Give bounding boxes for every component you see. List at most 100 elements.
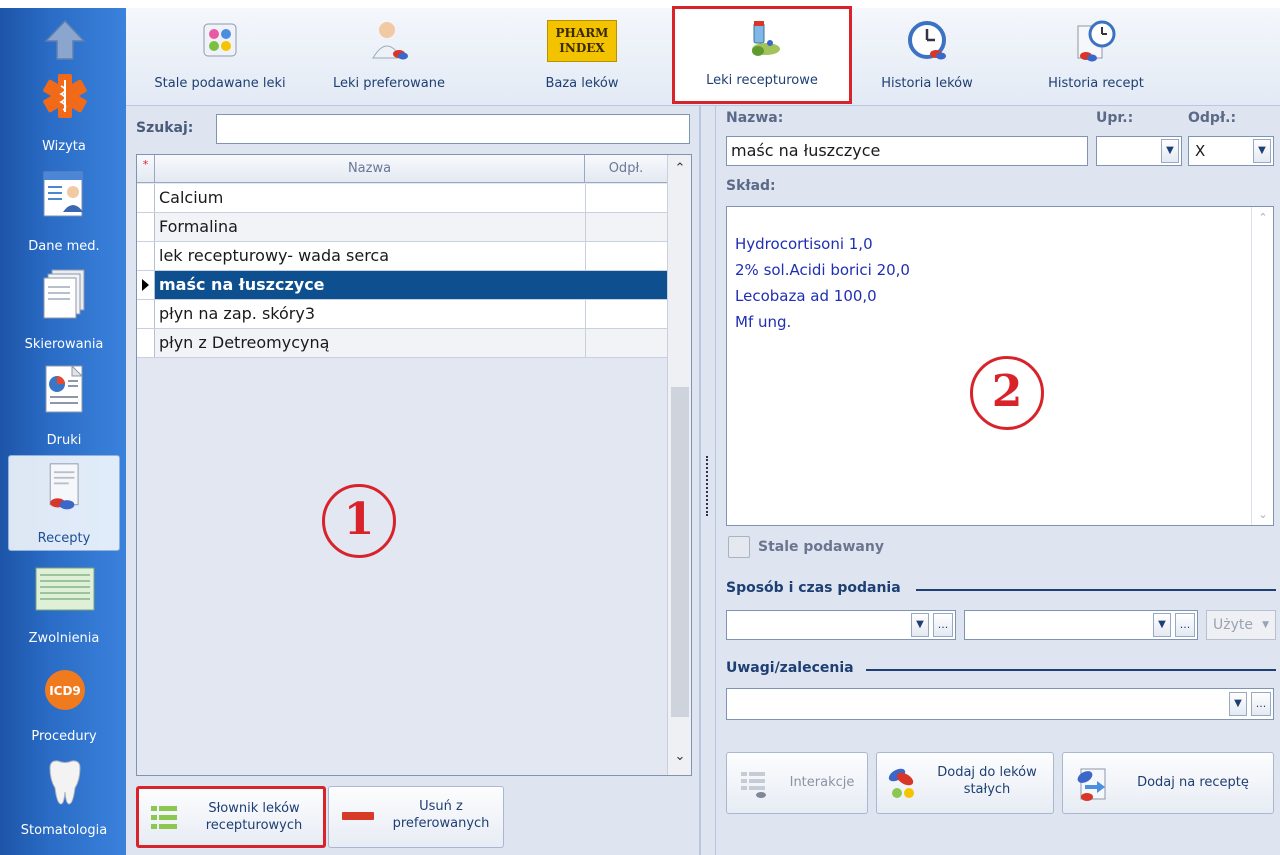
dodaj-do-lekow-stalych-button[interactable]: Dodaj do leków stałych [876,752,1054,814]
sposob-select-2[interactable]: ▼ ... [964,610,1198,640]
row-odpl [585,213,667,241]
row-selector[interactable] [137,213,155,241]
odpl-value: X [1195,142,1206,160]
row-name: maśc na łuszczyce [159,275,325,294]
chevron-down-icon[interactable]: ▼ [1153,613,1171,637]
add-pills-icon [888,768,914,798]
scroll-up-icon[interactable]: ⌃ [1252,211,1274,224]
nav-label: Zwolnienia [28,631,100,646]
row-odpl [585,271,667,299]
table-row[interactable]: płyn z Detreomycyną [137,329,667,358]
uwagi-select[interactable]: ▼ ... [726,688,1274,720]
pharm-logo-line2: INDEX [559,41,605,55]
nav-item-wizyta[interactable]: Wizyta [8,64,120,156]
toolbar-label: Leki recepturowe [706,73,818,88]
toolbar-baza-lekow[interactable]: PHARM INDEX Baza leków [522,12,642,98]
row-selector[interactable] [137,271,155,299]
pharm-logo-line1: PHARM [555,26,609,40]
nav-item-stomatologia[interactable]: Stomatologia [8,750,120,846]
toolbar-historia-lekow[interactable]: Historia leków [868,12,986,98]
add-to-prescription-icon [1077,768,1106,801]
sklad-line: Hydrocortisoni 1,0 [735,235,873,253]
ellipsis-icon[interactable]: ... [1251,692,1271,716]
toolbar-leki-preferowane[interactable]: Leki preferowane [316,12,462,98]
stale-podawany-checkbox[interactable] [728,536,750,558]
toolbar-historia-recept[interactable]: Historia recept [1026,12,1166,98]
textarea-scrollbar[interactable]: ⌃ ⌄ [1251,207,1273,525]
toolbar-label: Stale podawane leki [154,76,286,91]
annotation-marker-1: 1 [322,484,396,558]
dodaj-na-recepte-button[interactable]: Dodaj na receptę [1062,752,1274,814]
nav-item-procedury[interactable]: ICD9 Procedury [8,654,120,746]
minus-remove-icon [342,812,374,820]
documents-icon [43,269,85,319]
tooth-icon [49,760,81,805]
nav-item-dane-med[interactable]: Dane med. [8,164,120,260]
nav-item-zwolnienia[interactable]: Zwolnienia [8,556,120,648]
ellipsis-icon[interactable]: ... [1175,613,1195,637]
chevron-down-icon: ▼ [1262,620,1269,630]
usun-z-preferowanych-button[interactable]: Usuń z preferowanych [328,786,504,848]
scroll-down-icon[interactable]: ⌄ [668,749,691,769]
upr-select[interactable]: ▼ [1096,136,1182,166]
interakcje-button[interactable]: Interakcje [726,752,868,814]
panel-splitter[interactable] [700,106,716,855]
nav-label: Procedury [31,729,97,744]
ellipsis-icon[interactable]: ... [933,613,953,637]
nav-item-recepty[interactable]: Recepty [8,455,120,551]
scroll-up-icon[interactable]: ⌃ [668,161,691,181]
grid-header: * Nazwa Odpł. [137,155,667,183]
row-name: Formalina [159,217,238,236]
current-row-arrow-icon [142,279,149,291]
table-row[interactable]: Calcium [137,184,667,213]
dodaj-stale-line1: Dodaj do leków [937,765,1037,780]
row-name: lek recepturowy- wada serca [159,246,390,265]
chevron-down-icon[interactable]: ▼ [1229,692,1247,716]
table-row-selected[interactable]: maśc na łuszczyce [137,271,667,300]
row-selector[interactable] [137,184,155,212]
medical-star-icon [43,74,87,118]
nav-item-skierowania[interactable]: Skierowania [8,262,120,354]
list-dictionary-icon [151,806,177,829]
left-navigation: Wizyta Dane med. Skierowania Druki Recep… [0,0,126,855]
nazwa-label: Nazwa: [726,110,784,126]
table-row[interactable]: płyn na zap. skóry3 [137,300,667,329]
scroll-down-icon[interactable]: ⌄ [1252,508,1274,521]
sposob-select-1[interactable]: ▼ ... [726,610,956,640]
toolbar-label: Leki preferowane [332,76,446,91]
sick-leave-icon [35,567,95,611]
nav-scroll-up[interactable] [8,8,120,64]
table-row[interactable]: lek recepturowy- wada serca [137,242,667,271]
top-toolbar: Stale podawane leki Leki preferowane PHA… [126,6,1280,106]
row-selector[interactable] [137,242,155,270]
scroll-thumb[interactable] [671,387,689,717]
recipe-drug-grid: * Nazwa Odpł. Calcium Formalina lek rece… [136,154,692,776]
grid-header-odpl[interactable]: Odpł. [585,155,667,183]
uzyte-dropdown[interactable]: Użyte ▼ [1206,610,1276,640]
annotation-marker-2: 2 [970,356,1044,430]
uzyte-label: Użyte [1213,617,1253,633]
toolbar-stale-podawane-leki[interactable]: Stale podawane leki [136,12,304,98]
row-selector[interactable] [137,300,155,328]
splitter-grip[interactable] [706,456,709,516]
search-input[interactable] [216,114,690,144]
dodaj-na-recepte-label: Dodaj na receptę [1137,775,1249,790]
grid-scrollbar[interactable]: ⌃ ⌄ [667,155,691,775]
row-selector[interactable] [137,329,155,357]
nav-top-strip [0,0,126,8]
nav-item-druki[interactable]: Druki [8,358,120,450]
chevron-down-icon[interactable]: ▼ [911,613,929,637]
left-panel: Szukaj: * Nazwa Odpł. Calcium Formalina … [126,106,700,855]
slownik-lekow-button[interactable]: Słownik leków recepturowych [136,786,326,848]
odpl-select[interactable]: X ▼ [1188,136,1274,166]
chevron-down-icon[interactable]: ▼ [1253,139,1271,163]
grid-header-nazwa[interactable]: Nazwa [155,155,585,183]
chevron-down-icon[interactable]: ▼ [1161,139,1179,163]
nav-label: Stomatologia [20,823,108,838]
icd9-text: ICD9 [49,684,81,698]
nazwa-input[interactable]: maśc na łuszczyce [726,136,1088,166]
table-row[interactable]: Formalina [137,213,667,242]
toolbar-leki-recepturowe[interactable]: Leki recepturowe [672,6,852,104]
row-odpl [585,329,667,357]
sklad-label: Skład: [726,178,776,194]
